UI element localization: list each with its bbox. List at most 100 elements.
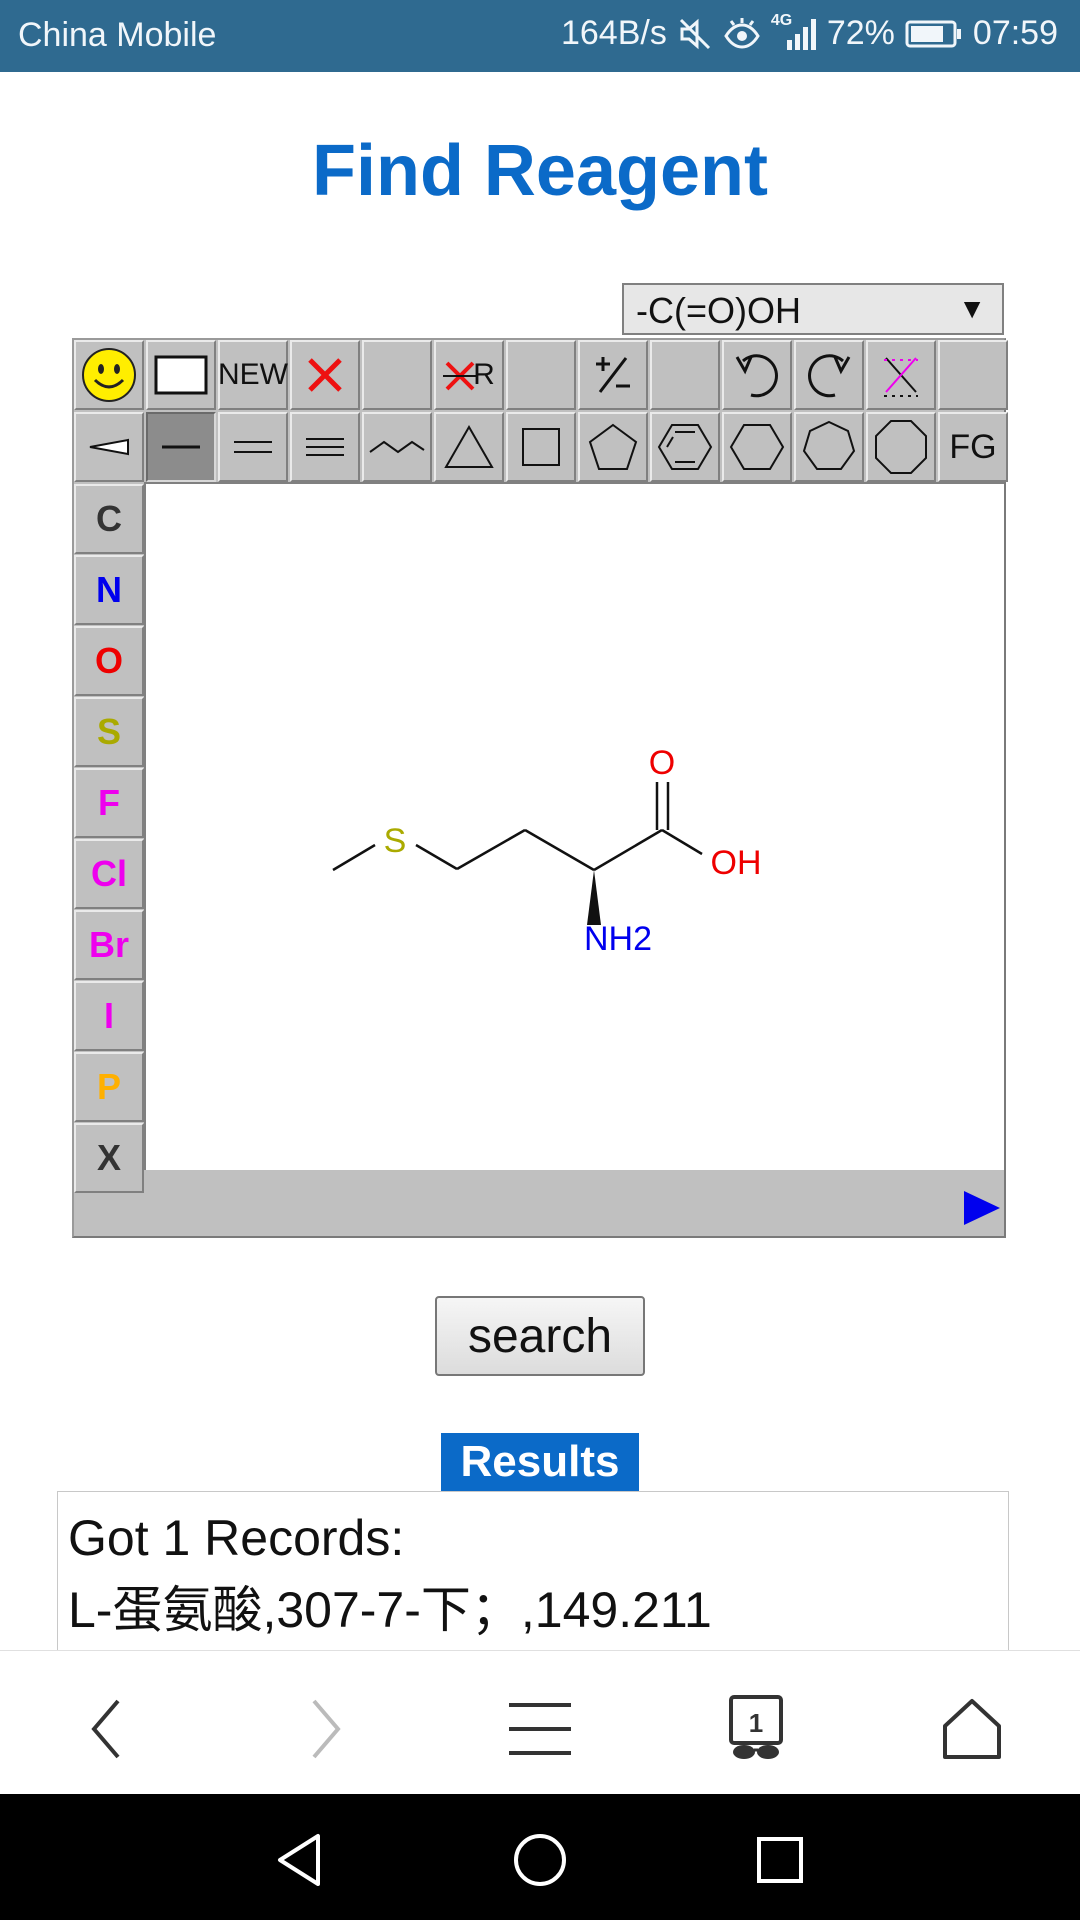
results-label: Results — [441, 1433, 639, 1491]
smiley-button[interactable] — [74, 340, 144, 410]
home-icon — [943, 1699, 1001, 1759]
element-button-cl[interactable]: Cl — [74, 839, 144, 909]
new-button[interactable]: NEW — [218, 340, 288, 410]
element-button-c[interactable]: C — [74, 484, 144, 554]
select-rectangle-button[interactable] — [146, 340, 216, 410]
molecule-editor: NEW R FG C N O S F Cl Br I P X S O OH NH… — [72, 338, 1008, 1238]
element-button-i[interactable]: I — [74, 981, 144, 1051]
functional-group-value: -C(=O)OH — [636, 290, 801, 331]
element-label: Cl — [91, 853, 127, 894]
ring-5-button[interactable] — [578, 412, 648, 482]
ring-4-button[interactable] — [506, 412, 576, 482]
charge-plus-minus-icon — [596, 357, 630, 393]
rotate-right-icon — [808, 354, 851, 398]
molecule-drawing: S O OH NH2 — [332, 744, 762, 958]
atom-sulfur: S — [384, 822, 407, 860]
rectangle-select-icon — [154, 355, 208, 395]
mute-icon — [677, 16, 713, 52]
back-button[interactable] — [66, 1689, 146, 1769]
results-box: Got 1 Records: L-蛋氨酸,307-7-下；,149.211 — [57, 1491, 1009, 1651]
element-label: P — [96, 1066, 121, 1107]
bond-calpha-carboxyl — [593, 828, 663, 872]
ring-8-button[interactable] — [866, 412, 936, 482]
bond-ch2-ch2 — [456, 828, 526, 871]
system-back-icon[interactable] — [270, 1830, 330, 1890]
element-label: F — [98, 782, 120, 823]
toolbar-blank-2[interactable] — [506, 340, 576, 410]
element-button-n[interactable]: N — [74, 555, 144, 625]
element-button-x[interactable]: X — [74, 1123, 144, 1193]
toolbar-blank-4[interactable] — [938, 340, 1008, 410]
undo-button[interactable] — [722, 340, 792, 410]
bond-methyl-s — [332, 843, 376, 872]
redo-button[interactable] — [794, 340, 864, 410]
delete-button[interactable] — [290, 340, 360, 410]
functional-group-button[interactable]: FG — [938, 412, 1008, 482]
ring-6-button[interactable] — [722, 412, 792, 482]
element-button-br[interactable]: Br — [74, 910, 144, 980]
result-record[interactable]: L-蛋氨酸,307-7-下；,149.211 — [68, 1574, 998, 1646]
atom-oxygen: O — [649, 744, 675, 782]
new-label: NEW — [218, 358, 288, 391]
carrier-name: China Mobile — [18, 16, 217, 54]
search-button[interactable]: search — [435, 1296, 645, 1376]
ring-3-button[interactable] — [434, 412, 504, 482]
signal-icon: 4G — [771, 12, 817, 52]
home-button[interactable] — [932, 1689, 1012, 1769]
bond-carboxyl-oh — [661, 828, 703, 856]
element-button-o[interactable]: O — [74, 626, 144, 696]
bond-ch2-calpha — [524, 828, 595, 872]
clock: 07:59 — [972, 14, 1058, 52]
benzene-button[interactable] — [650, 412, 720, 482]
single-bond-button[interactable] — [146, 412, 216, 482]
octagon-ring-icon — [875, 420, 927, 474]
drawing-canvas[interactable]: S O OH NH2 — [144, 482, 1004, 1170]
play-arrow-icon[interactable] — [962, 1188, 1002, 1228]
status-bar: China Mobile 164B/s 4G 72% 07:59 — [0, 0, 1080, 72]
element-label: I — [103, 995, 114, 1036]
atom-amine: NH2 — [584, 920, 652, 958]
bond-s-ch2 — [415, 843, 458, 871]
single-bond-icon — [162, 445, 200, 449]
rotate-left-icon — [735, 354, 778, 398]
double-bond-button[interactable] — [218, 412, 288, 482]
results-summary: Got 1 Records: — [68, 1510, 405, 1566]
dropdown-arrow-icon: ▼ — [958, 293, 986, 324]
clear-x-icon — [884, 357, 918, 397]
charge-button[interactable] — [578, 340, 648, 410]
element-button-f[interactable]: F — [74, 768, 144, 838]
toolbar-blank-1[interactable] — [362, 340, 432, 410]
delete-x-icon — [308, 358, 342, 392]
wedge-bond-icon — [89, 438, 129, 456]
element-button-s[interactable]: S — [74, 697, 144, 767]
triple-bond-icon — [306, 438, 344, 456]
delete-rgroup-button[interactable]: R — [434, 340, 504, 410]
wedge-bond-nh2 — [587, 870, 601, 925]
double-bond-icon — [234, 441, 272, 453]
element-label: Br — [88, 924, 129, 965]
triangle-ring-icon — [444, 424, 494, 468]
element-button-p[interactable]: P — [74, 1052, 144, 1122]
functional-group-select[interactable]: -C(=O)OH ▼ — [622, 283, 1004, 335]
system-recents-icon[interactable] — [750, 1830, 810, 1890]
heptagon-ring-icon — [802, 420, 856, 470]
system-home-icon[interactable] — [510, 1830, 570, 1890]
pentagon-ring-icon — [588, 423, 638, 470]
ring-7-button[interactable] — [794, 412, 864, 482]
element-label: S — [96, 711, 121, 752]
network-speed: 164B/s — [560, 14, 667, 52]
forward-button[interactable] — [286, 1689, 366, 1769]
editor-status-strip — [144, 1170, 1002, 1236]
tabs-button[interactable]: 1 — [716, 1689, 796, 1769]
toolbar-blank-3[interactable] — [650, 340, 720, 410]
element-label: N — [96, 569, 122, 610]
chain-button[interactable] — [362, 412, 432, 482]
hamburger-menu-icon — [509, 1703, 571, 1755]
menu-button[interactable] — [500, 1689, 580, 1769]
clear-button[interactable] — [866, 340, 936, 410]
browser-toolbar: 1 — [0, 1650, 1080, 1795]
system-navigation-bar — [0, 1794, 1080, 1920]
triple-bond-button[interactable] — [290, 412, 360, 482]
element-label: X — [96, 1137, 121, 1178]
wedge-bond-button[interactable] — [74, 412, 144, 482]
